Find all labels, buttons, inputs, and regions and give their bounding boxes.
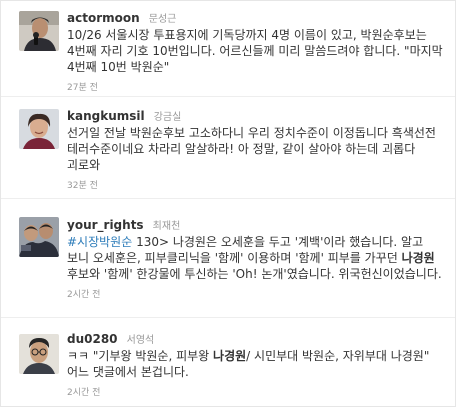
group-photo-avatar[interactable] [19, 217, 59, 257]
timestamp-link[interactable]: 2시간 전 [67, 385, 100, 398]
highlighted-name: 나경원 [401, 251, 435, 265]
timestamp-link[interactable]: 32분 전 [67, 178, 98, 191]
screen-name-link[interactable]: du0280 [67, 332, 118, 346]
tweet-text-part: 후보와 '함께' 한강물에 투신하는 'Oh! 논개'였습니다. 위국헌신이었습… [67, 267, 442, 281]
highlighted-name: 나경원 [213, 349, 247, 363]
timestamp-link[interactable]: 2시간 전 [67, 287, 100, 300]
tweet-text: ㅋㅋ "기부왕 박원순, 피부왕 나경원/ 시민부대 박원순, 자위부대 나경원… [67, 348, 445, 380]
woman-smiling-avatar[interactable] [19, 109, 59, 149]
screen-name-link[interactable]: actormoon [67, 11, 140, 25]
tweet-item: kangkumsil 강금실 선거일 전날 박원순후보 고소하다니 우리 정치수… [1, 97, 455, 199]
man-microphone-avatar[interactable] [19, 11, 59, 51]
man-glasses-avatar[interactable] [19, 334, 59, 374]
screen-name-link[interactable]: kangkumsil [67, 109, 145, 123]
full-name: 문성근 [148, 14, 177, 25]
full-name: 강금실 [153, 112, 182, 123]
tweet-text: 10/26 서울시장 투표용지에 기독당까지 4명 이름이 있고, 박원순후보는… [67, 28, 443, 74]
tweet-item: actormoon 문성근 10/26 서울시장 투표용지에 기독당까지 4명 … [1, 1, 455, 97]
tweet-item: your_rights 최재천 #시장박원순 130> 나경원은 오세훈을 두고… [1, 199, 455, 318]
full-name: 최재천 [152, 221, 181, 232]
tweet-text: #시장박원순 130> 나경원은 오세훈을 두고 '계백'이라 했습니다. 알고… [67, 234, 445, 282]
tweet-item: du0280 서영석 ㅋㅋ "기부왕 박원순, 피부왕 나경원/ 시민부대 박원… [1, 318, 455, 408]
hashtag-link[interactable]: #시장박원순 [67, 235, 132, 249]
full-name: 서영석 [126, 335, 155, 346]
tweet-feed: actormoon 문성근 10/26 서울시장 투표용지에 기독당까지 4명 … [0, 0, 456, 407]
tweet-text-part: ㅋㅋ "기부왕 박원순, 피부왕 [67, 349, 214, 363]
screen-name-link[interactable]: your_rights [67, 218, 144, 232]
tweet-text: 선거일 전날 박원순후보 고소하다니 우리 정치수준이 이정돕니다 흑색선전 테… [67, 126, 436, 172]
timestamp-link[interactable]: 27분 전 [67, 80, 98, 93]
